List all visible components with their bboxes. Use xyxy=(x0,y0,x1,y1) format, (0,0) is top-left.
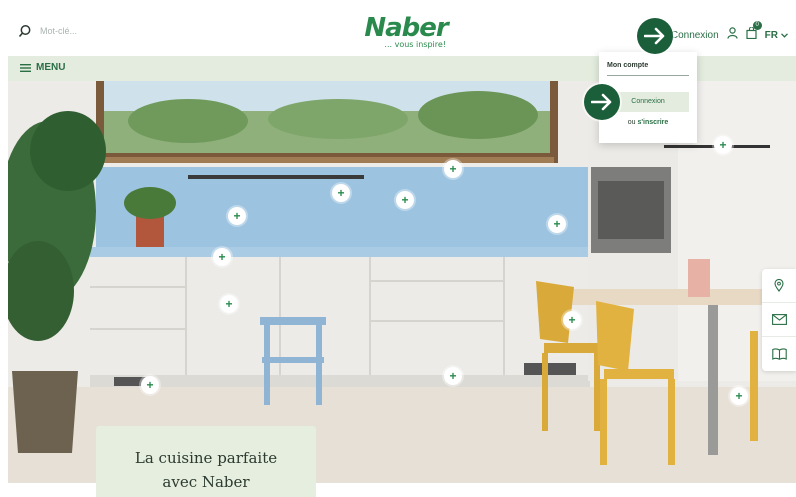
header-actions: Connexion 0 FR xyxy=(671,21,788,44)
arrow-right-icon xyxy=(637,18,673,54)
register-link[interactable]: s'inscrire xyxy=(637,119,668,126)
product-hotspot[interactable]: + xyxy=(228,207,246,225)
account-dropdown-title: Mon compte xyxy=(607,62,649,69)
arrow-right-icon xyxy=(584,84,620,120)
catalog-button[interactable] xyxy=(762,337,796,371)
menu-label: MENU xyxy=(36,62,66,73)
store-locator-button[interactable] xyxy=(762,269,796,303)
hamburger-icon xyxy=(20,63,31,72)
user-icon[interactable] xyxy=(727,26,738,44)
logo-wordmark: Naber xyxy=(364,13,448,43)
register-prefix: ou xyxy=(627,119,636,126)
product-hotspot[interactable]: + xyxy=(213,248,231,266)
search-input[interactable] xyxy=(40,26,130,36)
shopping-bag-icon[interactable]: 0 xyxy=(746,21,762,44)
side-toolbar xyxy=(762,269,796,371)
divider xyxy=(607,75,689,76)
product-hotspot[interactable]: + xyxy=(444,160,462,178)
chevron-down-icon xyxy=(781,32,788,38)
product-hotspot[interactable]: + xyxy=(714,136,732,154)
product-hotspot[interactable]: + xyxy=(396,191,414,209)
search-bar xyxy=(18,24,130,38)
hero-title-line-2: avec Naber xyxy=(162,473,250,491)
envelope-icon xyxy=(771,314,787,325)
hero-title-card: La cuisine parfaite avec Naber xyxy=(96,426,316,497)
register-row: ou s'inscrire xyxy=(599,119,697,126)
site-header: Naber ... vous inspire! Connexion 0 FR xyxy=(8,12,796,56)
product-hotspot[interactable]: + xyxy=(220,295,238,313)
cart-count-badge: 0 xyxy=(752,21,762,30)
product-hotspot[interactable]: + xyxy=(563,311,581,329)
location-pin-icon xyxy=(774,279,784,292)
product-hotspot[interactable]: + xyxy=(141,376,159,394)
product-hotspot[interactable]: + xyxy=(332,184,350,202)
contact-button[interactable] xyxy=(762,303,796,337)
connexion-link[interactable]: Connexion xyxy=(671,30,719,41)
menu-button[interactable]: MENU xyxy=(20,62,65,73)
hero-title-line-1: La cuisine parfaite xyxy=(134,449,278,467)
search-icon[interactable] xyxy=(18,24,32,38)
language-selector[interactable]: FR xyxy=(765,30,788,41)
naber-logo[interactable]: Naber ... vous inspire! xyxy=(360,14,452,49)
product-hotspot[interactable]: + xyxy=(548,215,566,233)
catalog-book-icon xyxy=(771,348,787,360)
language-label: FR xyxy=(764,29,778,41)
product-hotspot[interactable]: + xyxy=(730,387,748,405)
product-hotspot[interactable]: + xyxy=(444,367,462,385)
